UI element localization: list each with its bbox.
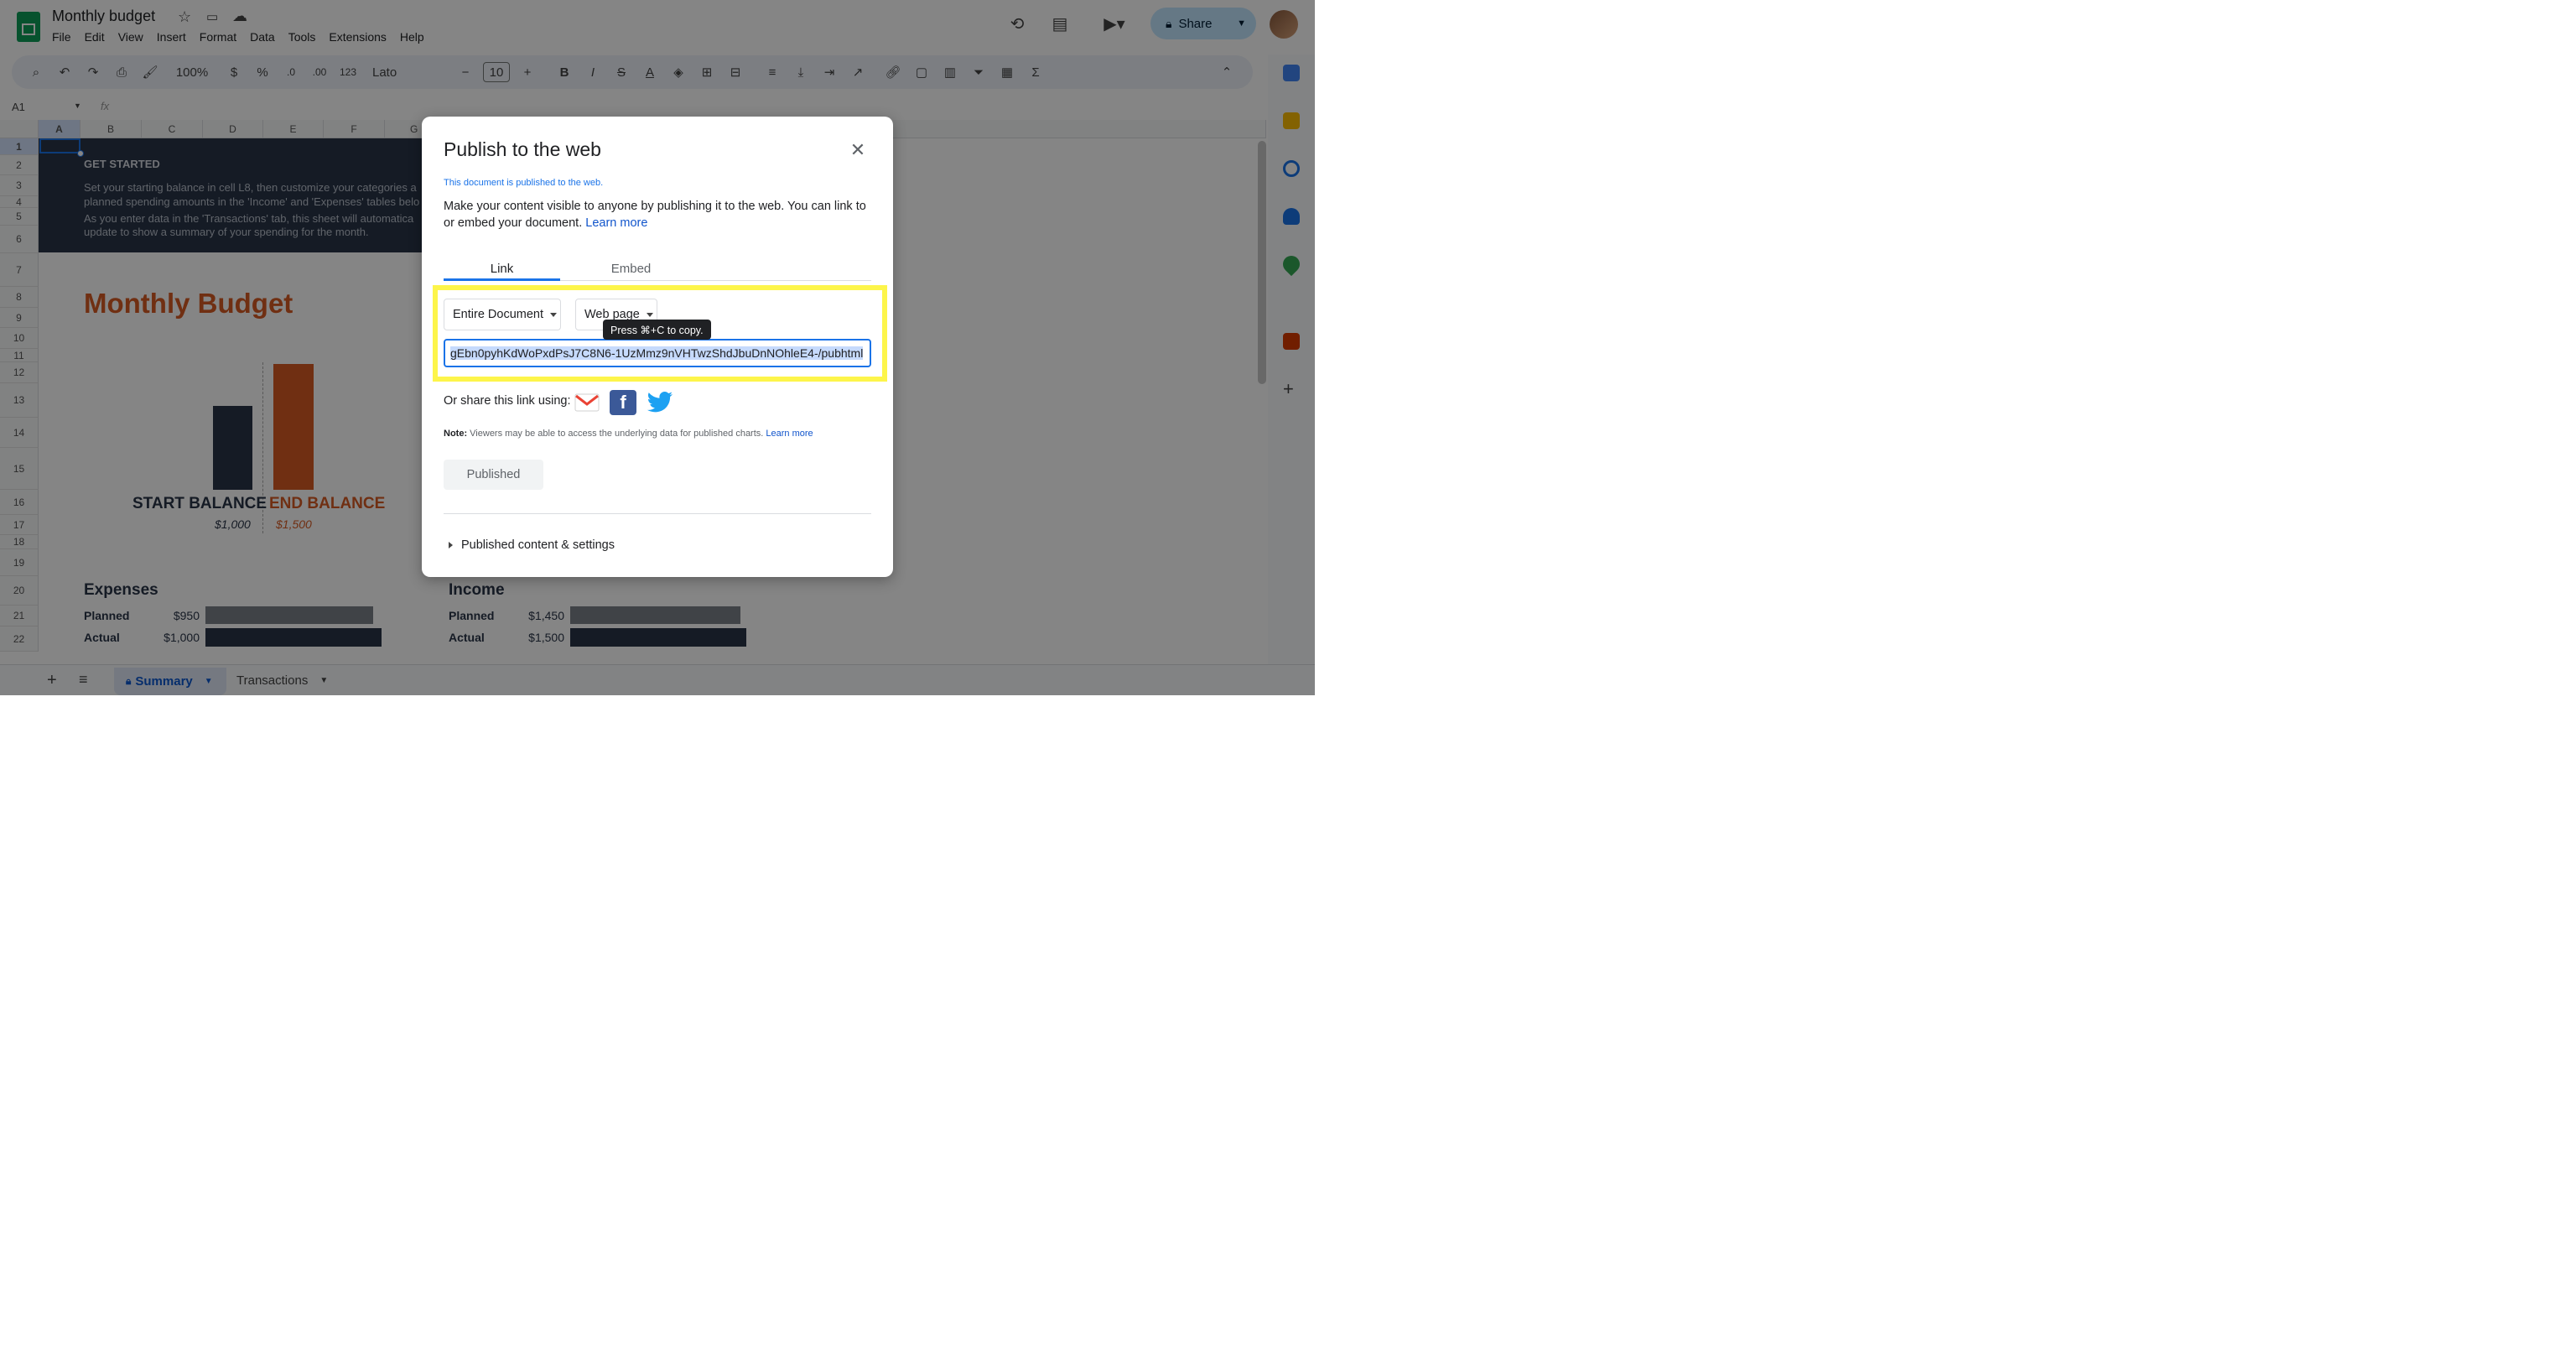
- description-text: Make your content visible to anyone by p…: [444, 200, 866, 230]
- note-text: Note: Viewers may be able to access the …: [444, 429, 813, 439]
- published-url-text: gEbn0pyhKdWoPxdPsJ7C8N6-1UzMmz9nVHTwzShd…: [450, 346, 864, 360]
- copy-tooltip: Press ⌘+C to copy.: [603, 320, 711, 340]
- dropdown-caret-icon: [550, 312, 557, 317]
- published-url-field[interactable]: gEbn0pyhKdWoPxdPsJ7C8N6-1UzMmz9nVHTwzShd…: [444, 339, 871, 367]
- learn-more-link[interactable]: Learn more: [585, 216, 647, 230]
- twitter-share-icon[interactable]: [647, 390, 673, 415]
- scope-select[interactable]: Entire Document: [444, 299, 561, 330]
- share-using-label: Or share this link using:: [444, 394, 571, 408]
- tab-embed[interactable]: Embed: [573, 256, 689, 281]
- expand-triangle-icon: [449, 542, 453, 548]
- dialog-description: Make your content visible to anyone by p…: [444, 198, 871, 231]
- tab-link[interactable]: Link: [444, 256, 560, 281]
- facebook-share-icon[interactable]: f: [610, 390, 636, 415]
- tab-indicator: [444, 278, 560, 281]
- note-body: Viewers may be able to access the underl…: [470, 429, 764, 439]
- close-icon[interactable]: ✕: [846, 138, 870, 162]
- dialog-title: Publish to the web: [444, 138, 601, 160]
- note-label: Note:: [444, 429, 468, 439]
- note-learn-more-link[interactable]: Learn more: [766, 429, 813, 439]
- published-settings-toggle[interactable]: Published content & settings: [449, 538, 615, 552]
- dropdown-caret-icon: [646, 312, 653, 317]
- published-button[interactable]: Published: [444, 460, 543, 490]
- gmail-share-icon[interactable]: [574, 390, 600, 415]
- published-notice: This document is published to the web.: [444, 178, 604, 188]
- dialog-separator: [444, 513, 871, 514]
- scope-select-value: Entire Document: [453, 308, 543, 321]
- settings-toggle-label: Published content & settings: [461, 538, 615, 552]
